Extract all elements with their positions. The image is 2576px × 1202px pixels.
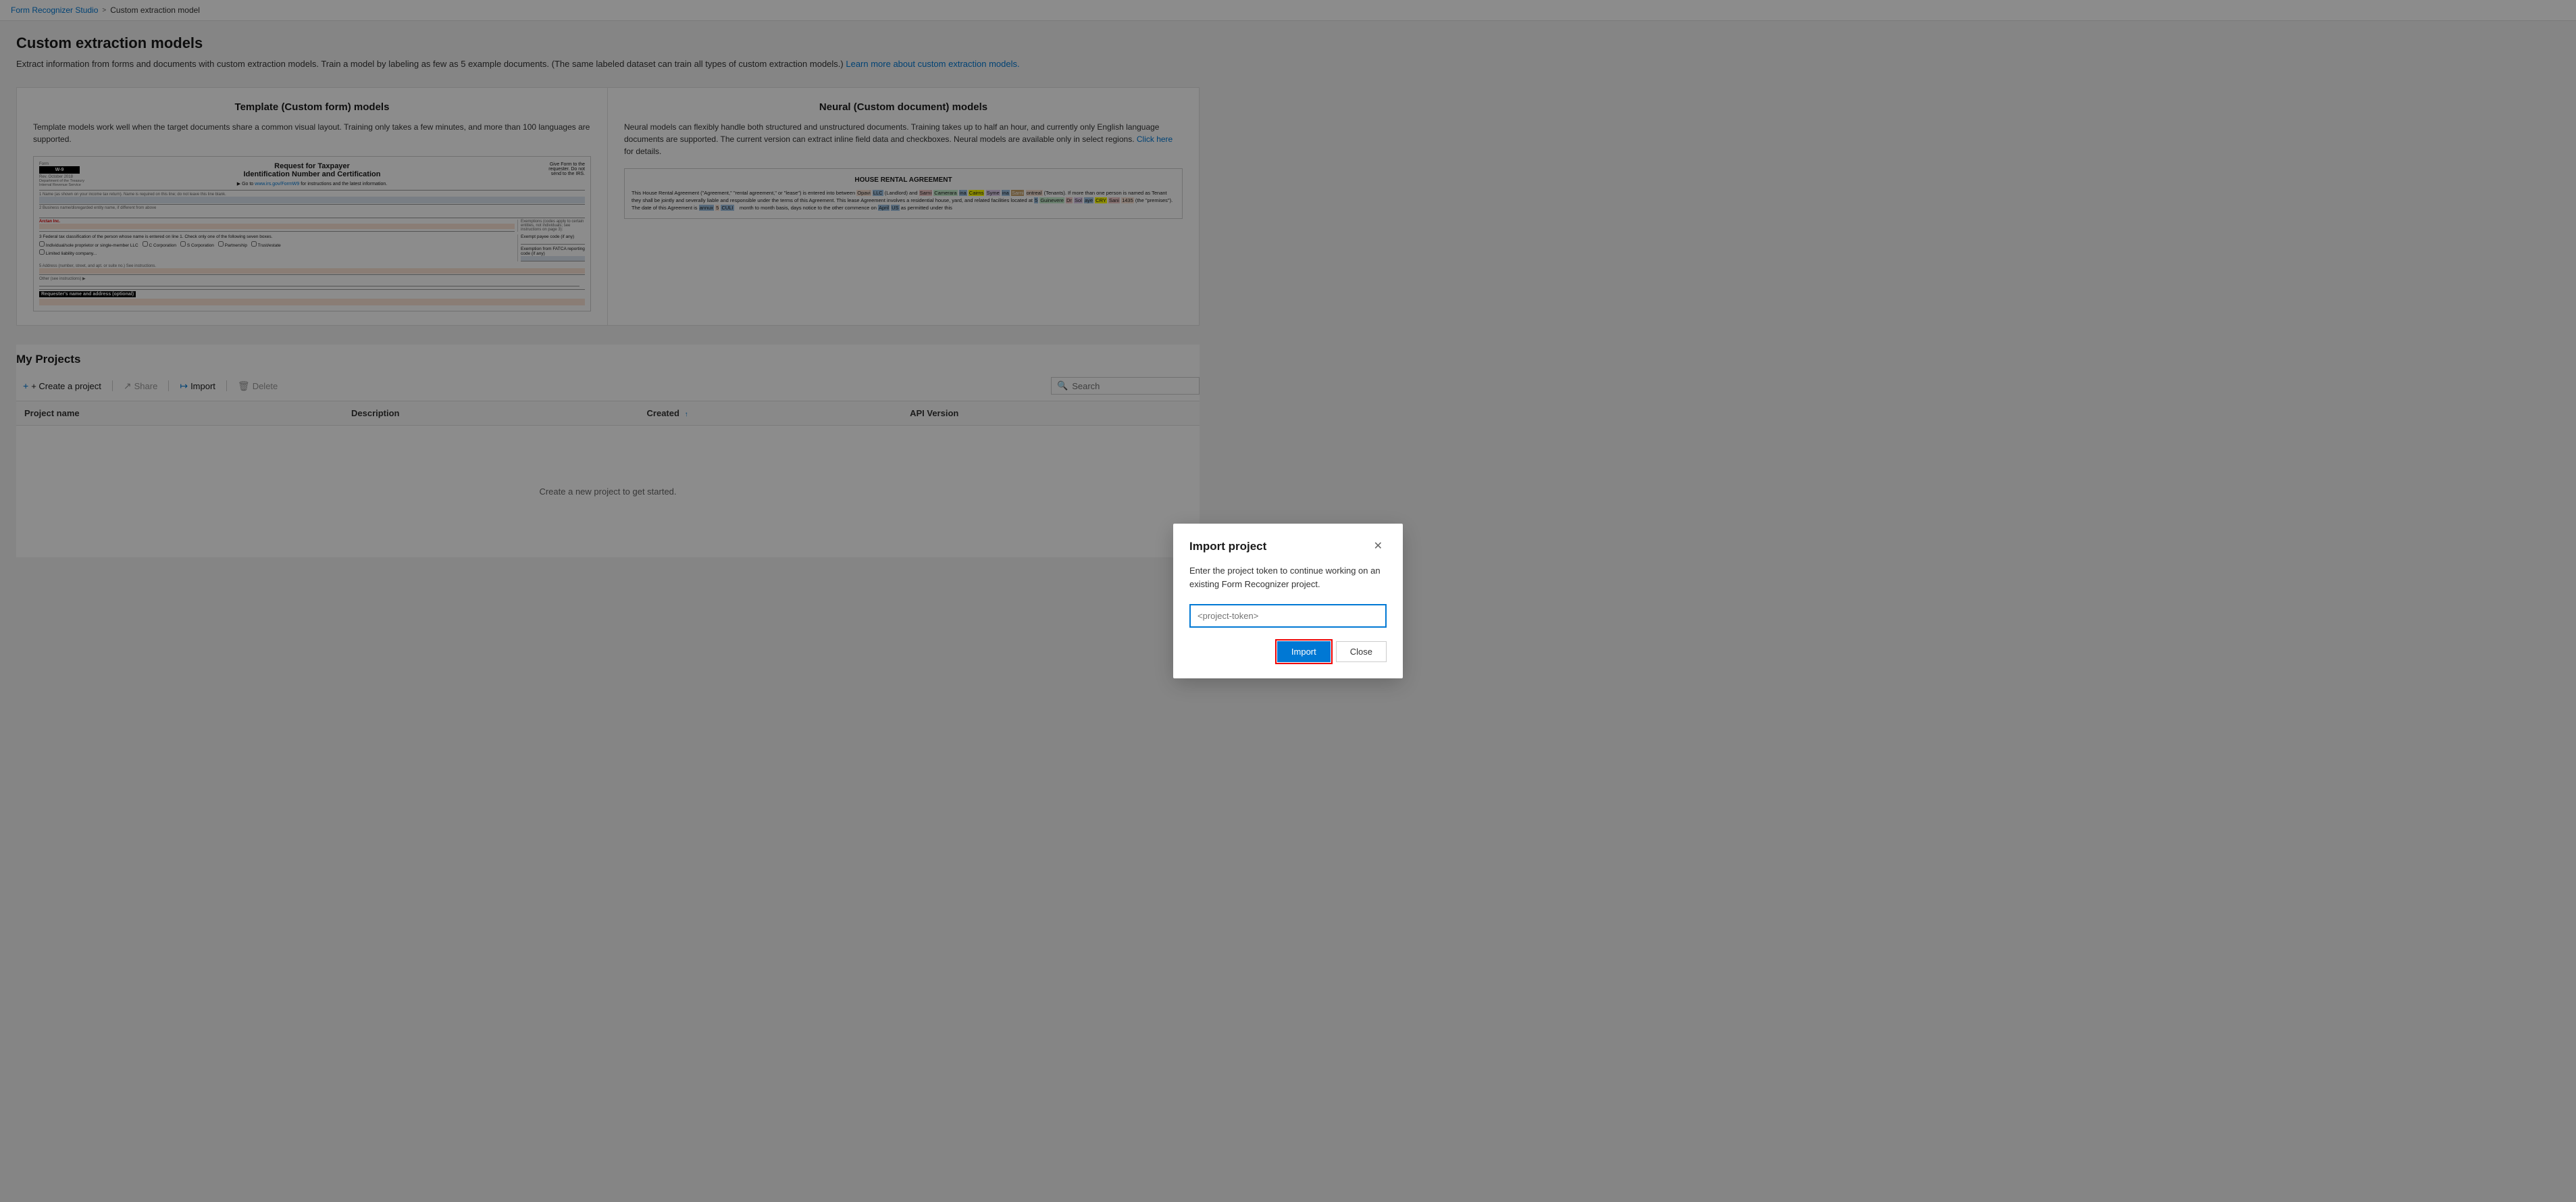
close-dialog-button[interactable]: Close bbox=[1336, 641, 1387, 662]
import-project-dialog: Import project ✕ Enter the project token… bbox=[1173, 524, 1403, 678]
project-token-input[interactable] bbox=[1189, 604, 1387, 628]
modal-overlay: Import project ✕ Enter the project token… bbox=[0, 0, 2576, 1202]
import-confirm-button[interactable]: Import bbox=[1277, 641, 1331, 662]
modal-close-button[interactable]: ✕ bbox=[1370, 540, 1387, 553]
modal-title: Import project bbox=[1189, 540, 1266, 553]
modal-header: Import project ✕ bbox=[1189, 540, 1387, 553]
modal-footer: Import Close bbox=[1189, 641, 1387, 662]
modal-body: Enter the project token to continue work… bbox=[1189, 564, 1387, 591]
